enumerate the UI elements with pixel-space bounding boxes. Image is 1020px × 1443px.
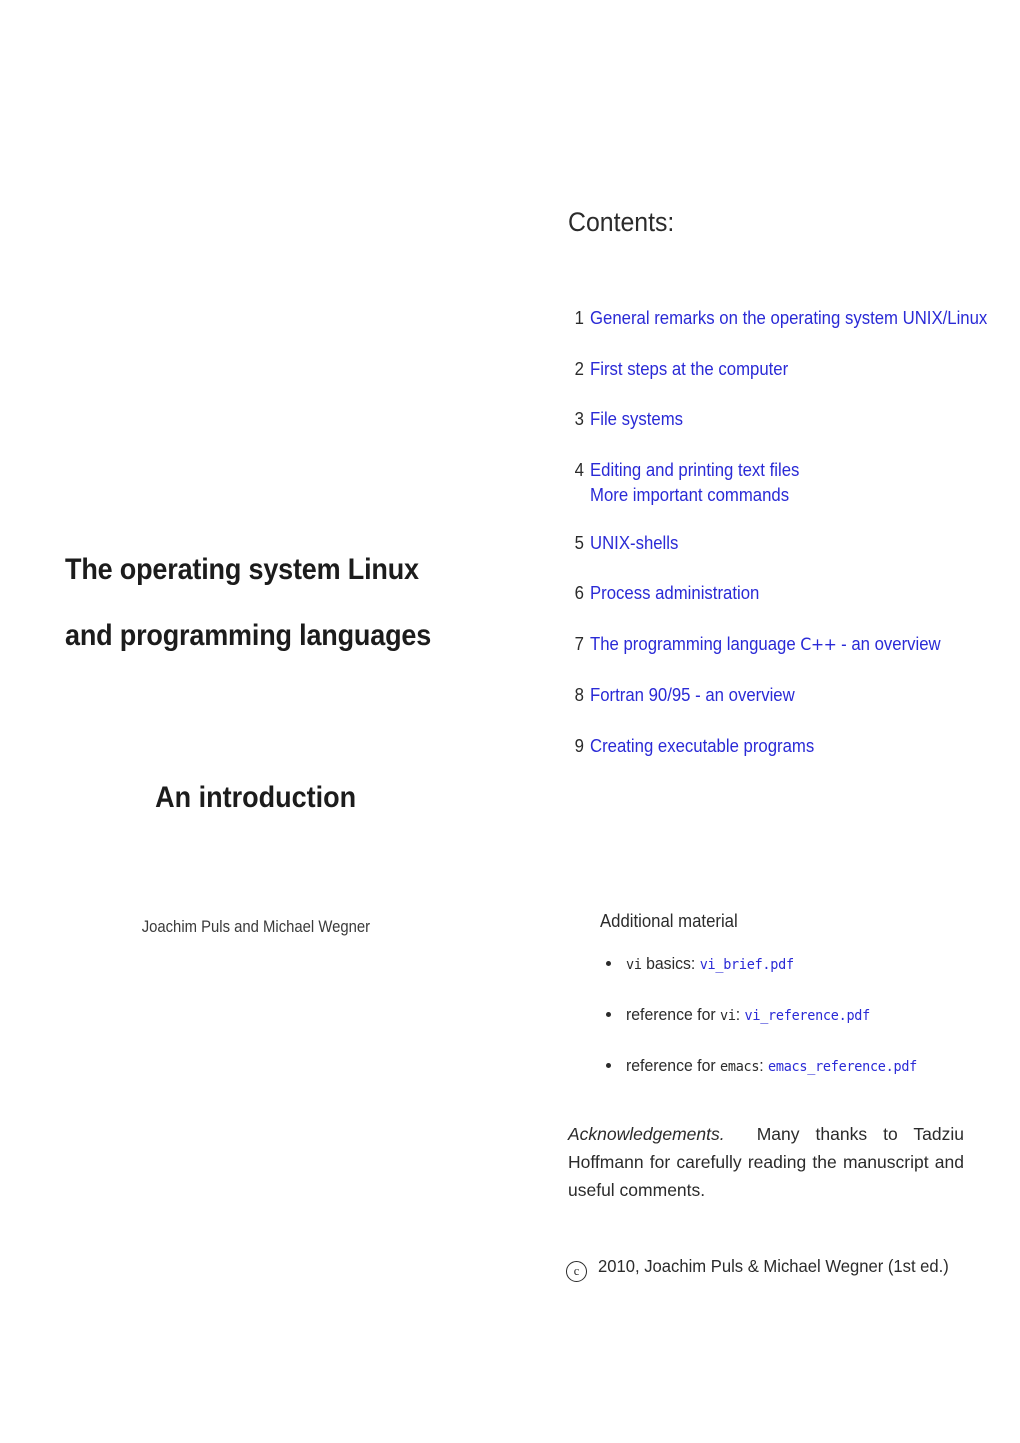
toc-entry[interactable]: 5 UNIX-shells — [568, 530, 1008, 556]
additional-material-list: vi basics: vi_brief.pdf reference for vi:… — [600, 952, 1020, 1079]
pdf-link[interactable]: vi_reference.pdf — [745, 1008, 871, 1024]
toc-entry-link[interactable]: Process administration — [590, 580, 979, 606]
toc-entry-number: 5 — [574, 532, 584, 553]
contents-column: Contents: 1 General remarks on the operat… — [0, 0, 1020, 1443]
additional-material-heading: Additional material — [600, 911, 738, 931]
pdf-link[interactable]: emacs_reference.pdf — [768, 1059, 917, 1075]
list-item-content: reference for vi: vi_reference.pdf — [626, 1003, 870, 1028]
copyright-line: c 2010, Joachim Puls & Michael Wegner (1s… — [566, 1252, 967, 1282]
toc-entry-number: 3 — [574, 409, 584, 429]
toc-entry-link[interactable]: General remarks on the operating system … — [590, 305, 987, 331]
toc-entry-link[interactable]: Editing and printing text files — [590, 457, 979, 483]
toc-entry-number: 1 — [574, 308, 584, 328]
toc-entry-number: 2 — [574, 358, 584, 379]
toc-entry[interactable]: 1 General remarks on the operating system… — [568, 305, 1008, 331]
acknowledgements-label: Acknowledgements. — [568, 1124, 725, 1144]
toc-entry-title-code: C++ — [800, 634, 837, 655]
copyright-icon: c — [566, 1261, 587, 1282]
additional-material-section: Additional material vi basics: vi_brief.… — [600, 908, 1020, 1105]
toc-entry[interactable]: 9 Creating executable programs — [568, 733, 1008, 759]
toc-entry-link[interactable]: Fortran 90/95 - an overview — [590, 682, 979, 708]
toc-entry-link[interactable]: UNIX-shells — [590, 530, 979, 556]
table-of-contents: 1 General remarks on the operating system… — [568, 305, 1008, 783]
list-item-content: reference for emacs: emacs_reference.pdf — [626, 1054, 917, 1079]
list-item-label-rest: : — [759, 1056, 764, 1075]
toc-entry-subline[interactable]: More important commands — [590, 483, 979, 508]
toc-entry[interactable]: 4 Editing and printing text files More imp… — [568, 457, 1008, 508]
list-item-label-code: vi — [720, 1008, 736, 1024]
toc-entry[interactable]: 6 Process administration — [568, 580, 1008, 606]
list-item[interactable]: reference for emacs: emacs_reference.pdf — [600, 1054, 1020, 1079]
toc-entry[interactable]: 3 File systems — [568, 406, 1008, 432]
toc-entry-link[interactable]: First steps at the computer — [590, 356, 979, 382]
toc-entry-number: 6 — [574, 583, 584, 603]
toc-entry-title-post: - an overview — [836, 633, 941, 654]
toc-entry-number: 9 — [574, 735, 584, 756]
toc-entry-link[interactable]: The programming language C++ - an overvi… — [590, 631, 979, 658]
contents-heading: Contents: — [568, 207, 675, 237]
list-item-label-pre: reference for — [626, 1005, 721, 1024]
toc-entry-number: 4 — [574, 459, 584, 480]
list-item-label-rest: basics: — [641, 954, 696, 973]
acknowledgements-paragraph: Acknowledgements. Many thanks to Tadziu … — [568, 1120, 964, 1204]
list-item[interactable]: reference for vi: vi_reference.pdf — [600, 1003, 1020, 1028]
list-item-label-rest: : — [735, 1005, 741, 1024]
toc-entry-number: 8 — [574, 685, 584, 705]
pdf-link[interactable]: vi_brief.pdf — [700, 957, 794, 973]
toc-entry-link[interactable]: File systems — [590, 406, 979, 432]
bullet-icon — [606, 1012, 611, 1017]
toc-entry[interactable]: 8 Fortran 90/95 - an overview — [568, 682, 1008, 708]
list-item-label-pre: reference for — [626, 1056, 721, 1075]
list-item-label-code: vi — [626, 957, 642, 973]
toc-entry[interactable]: 7 The programming language C++ - an overv… — [568, 631, 1008, 658]
copyright-text: 2010, Joachim Puls & Michael Wegner (1st… — [598, 1256, 949, 1276]
list-item-label-code: emacs — [720, 1059, 760, 1075]
toc-entry-number: 7 — [574, 633, 584, 654]
bullet-icon — [606, 1063, 611, 1068]
toc-entry-link[interactable]: Creating executable programs — [590, 733, 979, 759]
list-item-content: vi basics: vi_brief.pdf — [626, 952, 794, 977]
list-item[interactable]: vi basics: vi_brief.pdf — [600, 952, 1020, 977]
toc-entry[interactable]: 2 First steps at the computer — [568, 356, 1008, 382]
toc-entry-title-pre: The programming language — [590, 633, 801, 654]
bullet-icon — [606, 961, 611, 966]
